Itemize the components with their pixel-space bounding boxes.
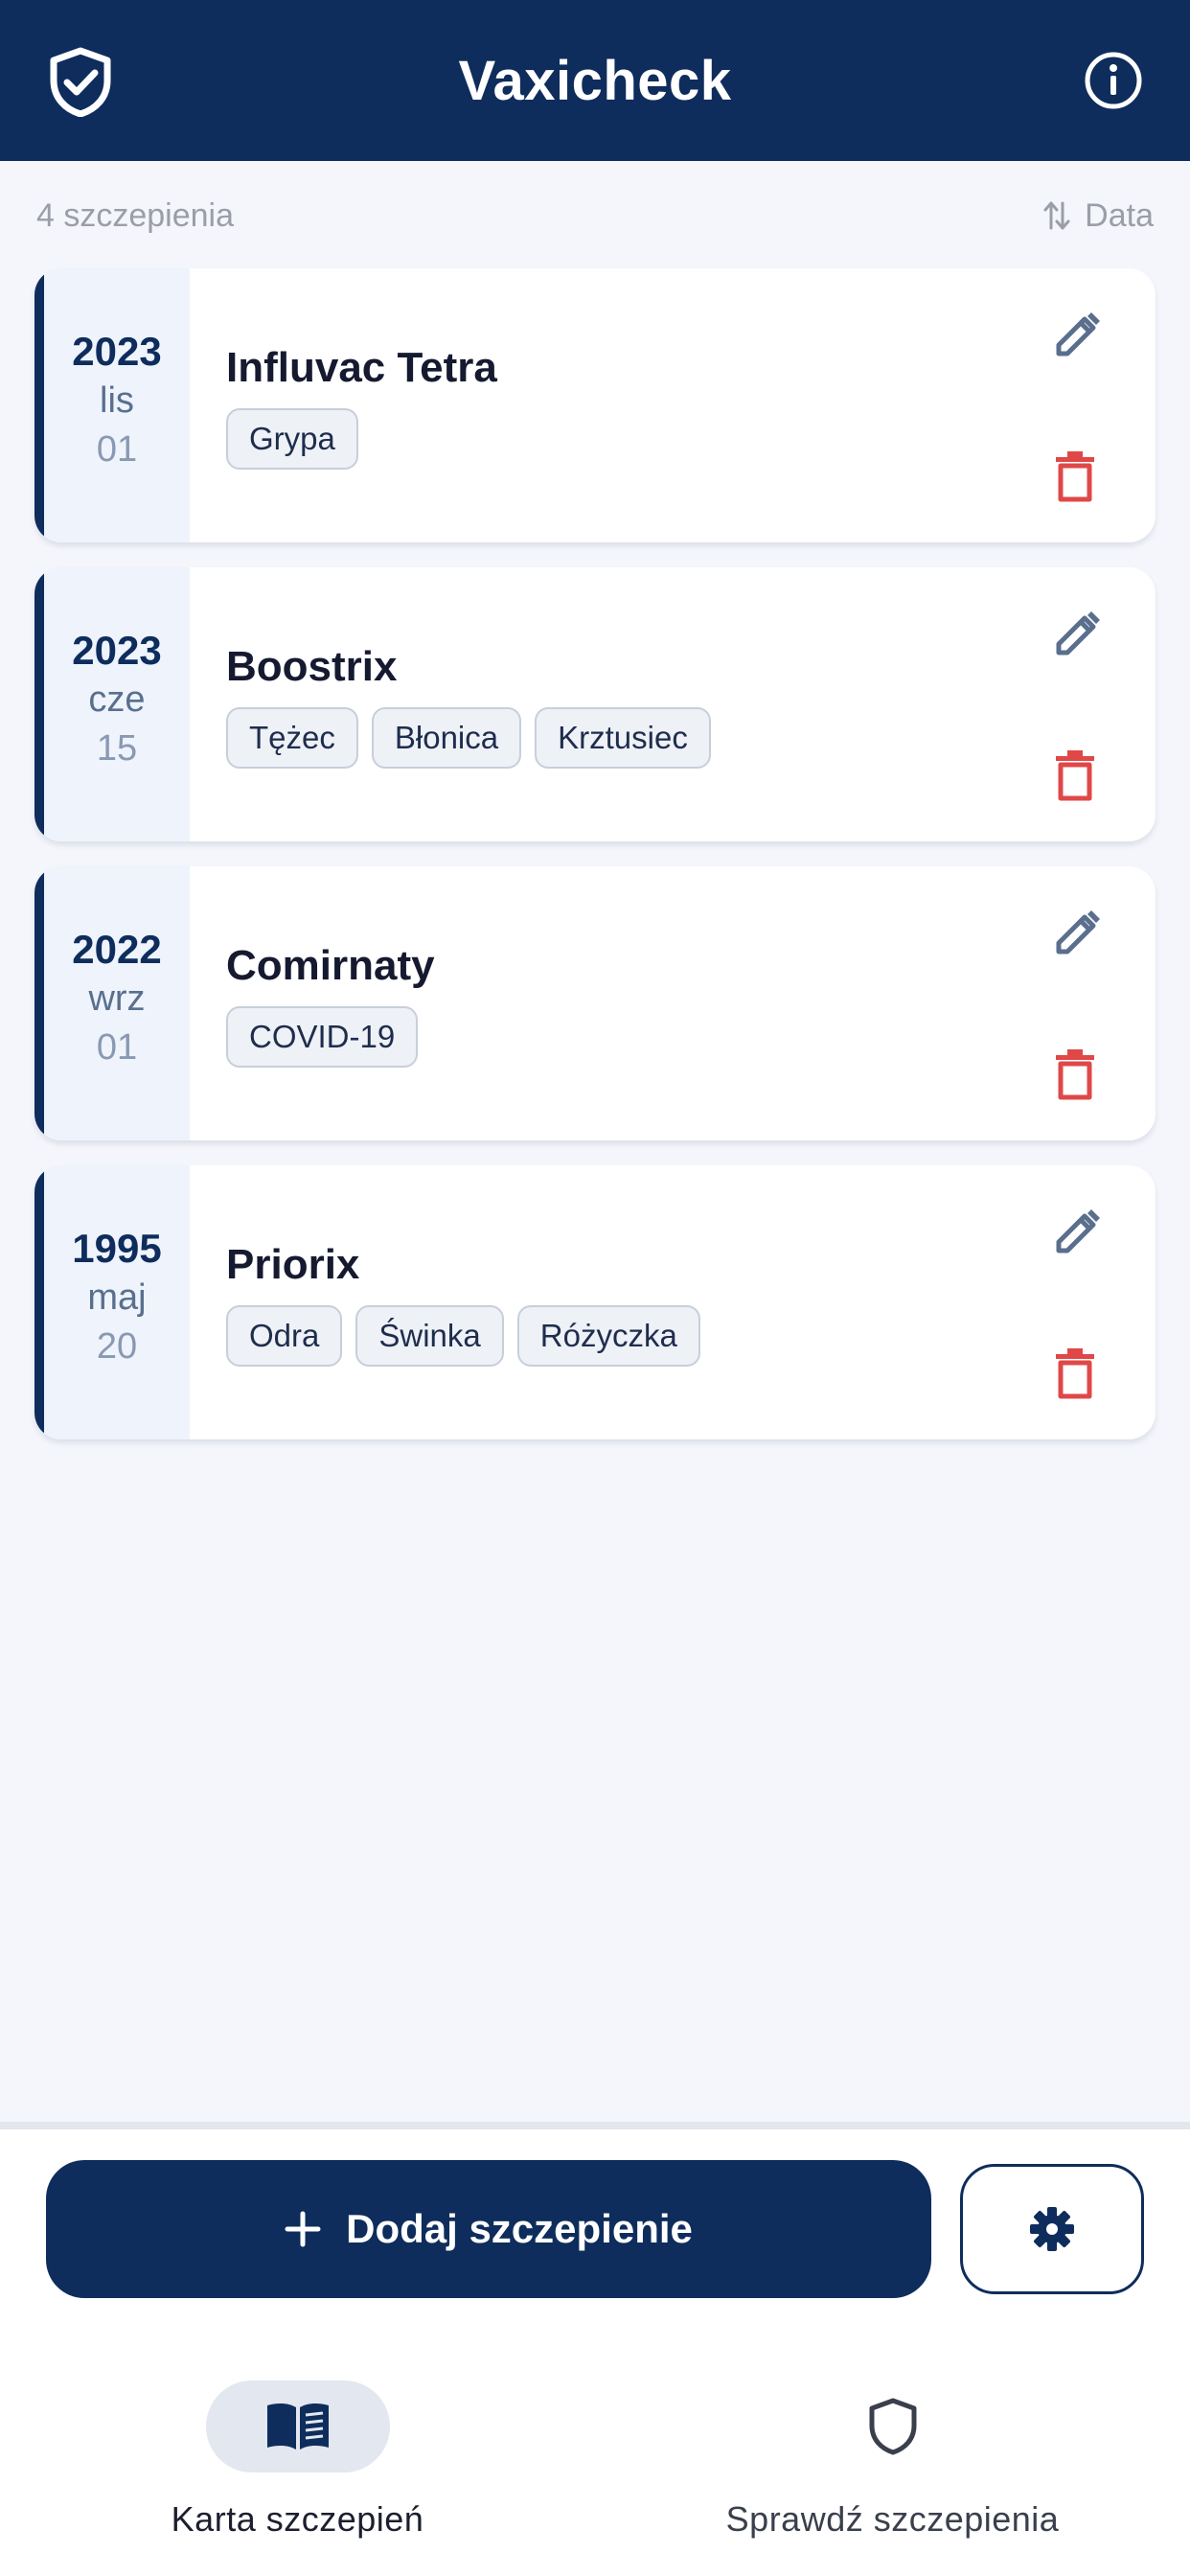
app-bar: Vaxicheck [0, 0, 1190, 161]
vaccine-year: 1995 [72, 1226, 162, 1271]
plus-icon [285, 2211, 321, 2247]
disease-tags: Grypa [226, 408, 1156, 470]
date-column: 1995 maj 20 [34, 1165, 190, 1439]
vaccine-month: cze [88, 679, 146, 720]
disease-tag: Tężec [226, 707, 358, 769]
delete-trash-icon[interactable] [1054, 448, 1096, 502]
bottom-divider [0, 2122, 1190, 2129]
delete-trash-icon[interactable] [1054, 1046, 1096, 1100]
settings-button[interactable] [960, 2164, 1144, 2294]
disease-tags: COVID-19 [226, 1006, 1156, 1068]
vaccine-month: lis [100, 380, 134, 421]
nav-active-indicator [205, 2380, 390, 2472]
sort-label: Data [1085, 196, 1154, 234]
book-icon [266, 2403, 329, 2450]
sort-arrows-icon [1043, 201, 1070, 230]
vaccine-month: wrz [88, 978, 146, 1019]
shield-icon [869, 2398, 916, 2455]
date-column: 2023 cze 15 [34, 567, 190, 841]
nav-label-vaccination-card: Karta szczepień [171, 2499, 424, 2539]
vaccination-count: 4 szczepienia [36, 196, 235, 234]
info-icon[interactable] [1083, 50, 1144, 111]
card-body: Boostrix Tężec Błonica Krztusiec [190, 567, 1156, 841]
delete-trash-icon[interactable] [1054, 748, 1096, 801]
disease-tag: Różyczka [516, 1305, 700, 1367]
gear-icon [1030, 2207, 1074, 2251]
edit-pencil-icon[interactable] [1050, 907, 1104, 960]
sort-button[interactable]: Data [1042, 197, 1154, 235]
vaccine-name: Comirnaty [226, 942, 435, 989]
nav-item-vaccination-card[interactable]: Karta szczepień [0, 2380, 595, 2572]
card-body: Influvac Tetra Grypa [190, 268, 1156, 542]
date-column: 2022 wrz 01 [34, 866, 190, 1140]
date-column: 2023 lis 01 [34, 268, 190, 542]
card-body: Priorix Odra Świnka Różyczka [190, 1165, 1156, 1439]
edit-pencil-icon[interactable] [1050, 309, 1104, 362]
disease-tag: Świnka [355, 1305, 504, 1367]
shield-check-icon [50, 47, 111, 117]
disease-tag: Błonica [371, 707, 522, 769]
vaccine-year: 2023 [72, 329, 162, 374]
disease-tag: COVID-19 [226, 1006, 419, 1068]
add-vaccination-label: Dodaj szczepienie [346, 2206, 693, 2251]
edit-pencil-icon[interactable] [1050, 1206, 1104, 1259]
bottom-panel: Dodaj szczepienie Karta szczepień Sprawd… [0, 2129, 1190, 2576]
edit-pencil-icon[interactable] [1050, 608, 1104, 661]
vaccine-day: 20 [96, 1326, 138, 1367]
delete-trash-icon[interactable] [1054, 1346, 1096, 1399]
vaccine-name: Boostrix [226, 643, 398, 690]
vaccine-name: Influvac Tetra [226, 344, 497, 391]
vaccine-year: 2023 [72, 628, 162, 673]
disease-tag: Krztusiec [535, 707, 711, 769]
vaccine-name: Priorix [226, 1241, 360, 1288]
vaccine-list: 2023 lis 01 Influvac Tetra Grypa 2023 cz… [34, 268, 1156, 1464]
vaccine-card[interactable]: 2023 lis 01 Influvac Tetra Grypa [34, 268, 1156, 542]
vaccine-card[interactable]: 2022 wrz 01 Comirnaty COVID-19 [34, 866, 1156, 1140]
vaccine-card[interactable]: 1995 maj 20 Priorix Odra Świnka Różyczka [34, 1165, 1156, 1439]
vaccine-year: 2022 [72, 927, 162, 972]
vaccine-day: 01 [96, 429, 138, 470]
vaccine-day: 01 [96, 1027, 138, 1068]
vaccine-day: 15 [96, 728, 138, 769]
vaccine-month: maj [87, 1277, 147, 1318]
list-header: 4 szczepienia Data [36, 192, 1154, 240]
card-body: Comirnaty COVID-19 [190, 866, 1156, 1140]
disease-tags: Tężec Błonica Krztusiec [226, 707, 1156, 769]
vaccine-card[interactable]: 2023 cze 15 Boostrix Tężec Błonica Krztusi… [34, 567, 1156, 841]
disease-tags: Odra Świnka Różyczka [226, 1305, 1156, 1367]
disease-tag: Grypa [226, 408, 358, 470]
app-title: Vaxicheck [458, 49, 732, 112]
nav-icon-container [801, 2380, 985, 2472]
add-vaccination-button[interactable]: Dodaj szczepienie [46, 2160, 931, 2298]
nav-item-check-vaccinations[interactable]: Sprawdź szczepienia [595, 2380, 1190, 2572]
nav-label-check-vaccinations: Sprawdź szczepienia [725, 2499, 1060, 2539]
disease-tag: Odra [226, 1305, 343, 1367]
